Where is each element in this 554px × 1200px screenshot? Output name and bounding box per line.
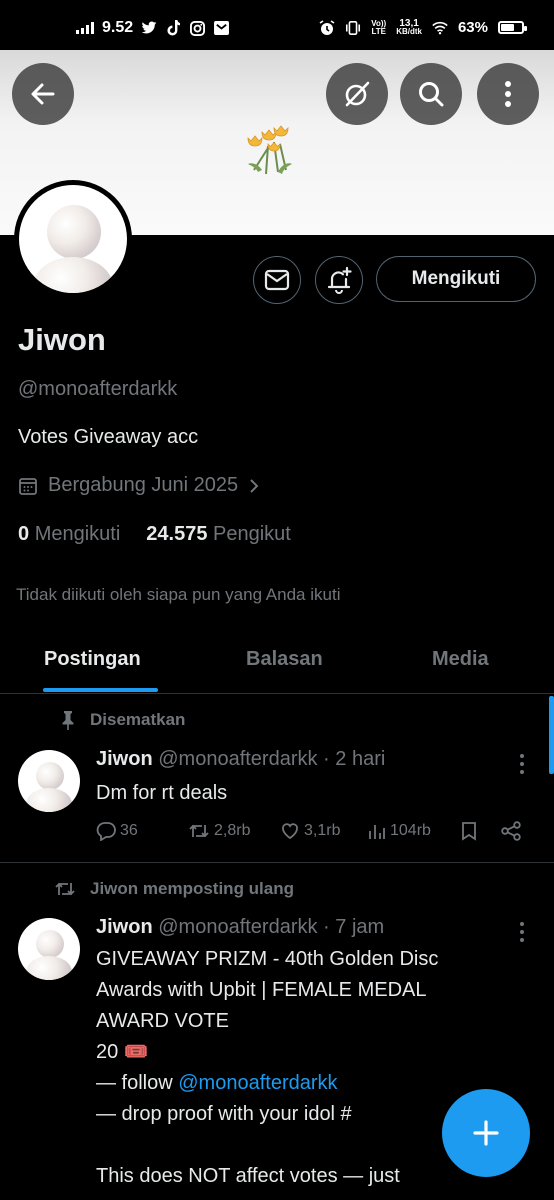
alarm-icon	[319, 19, 335, 36]
joined-date[interactable]: Bergabung Juni 2025	[18, 474, 260, 497]
grok-icon	[345, 81, 370, 107]
search-icon	[419, 82, 444, 107]
followers-stat[interactable]: 24.575 Pengikut	[146, 523, 291, 546]
status-bar: 9.52 Vo)) LTE 13,1 KB/dtk 63%	[0, 0, 554, 50]
post-more-button[interactable]	[520, 922, 524, 942]
pinned-post[interactable]: Disematkan Jiwon @monoafterdarkk · 2 har…	[0, 696, 554, 862]
following-button[interactable]: Mengikuti	[376, 256, 536, 302]
repost-icon	[189, 824, 209, 838]
pin-icon	[62, 711, 74, 730]
tab-balasan[interactable]: Balasan	[246, 648, 323, 671]
tab-media[interactable]: Media	[432, 648, 489, 671]
tulips-illustration	[247, 125, 292, 175]
post-header: Jiwon @monoafterdarkk · 7 jam	[96, 916, 384, 939]
more-options-button[interactable]	[477, 63, 539, 125]
network-speed: 13,1 KB/dtk	[396, 17, 422, 36]
repost-context: Jiwon memposting ulang	[54, 879, 294, 899]
status-time: 9.52	[102, 19, 134, 36]
like-button[interactable]: 3,1rb	[280, 821, 340, 841]
post-more-button[interactable]	[520, 754, 524, 774]
arrow-left-icon	[31, 83, 55, 105]
twitter-icon	[141, 20, 157, 36]
profile-avatar[interactable]	[14, 180, 132, 298]
search-button[interactable]	[400, 63, 462, 125]
battery-percent: 63%	[457, 19, 488, 36]
post-header: Jiwon @monoafterdarkk · 2 hari	[96, 748, 385, 771]
views-icon	[369, 825, 385, 839]
compose-button[interactable]	[442, 1089, 530, 1177]
message-button[interactable]	[253, 256, 301, 304]
profile-name: Jiwon	[18, 322, 106, 357]
views-button[interactable]: 104rb	[368, 821, 431, 841]
pinned-label: Disematkan	[60, 710, 185, 730]
profile-handle: @monoafterdarkk	[18, 378, 178, 400]
chevron-right-icon	[250, 478, 259, 493]
bookmark-button[interactable]	[460, 821, 478, 841]
more-vertical-icon	[505, 81, 511, 107]
not-followed-note: Tidak diikuti oleh siapa pun yang Anda i…	[16, 585, 341, 604]
repost-icon	[55, 882, 75, 896]
grok-button[interactable]	[326, 63, 388, 125]
profile-tabs: Postingan Balasan Media	[0, 630, 554, 694]
calendar-icon	[19, 477, 37, 495]
joined-label: Bergabung Juni 2025	[48, 474, 239, 496]
reply-button[interactable]: 36	[96, 821, 138, 841]
signal-icon	[76, 22, 94, 34]
post-author-name[interactable]: Jiwon	[96, 748, 153, 770]
follow-stats: 0 Mengikuti 24.575 Pengikut	[18, 523, 291, 546]
lte-indicator: Vo)) LTE	[371, 18, 387, 36]
reply-icon	[96, 822, 116, 841]
repost-button[interactable]: 2,8rb	[188, 821, 250, 841]
post-handle-time: @monoafterdarkk · 7 jam	[158, 916, 385, 938]
heart-icon	[282, 823, 298, 840]
bell-plus-icon	[327, 266, 352, 294]
back-button[interactable]	[12, 63, 74, 125]
notify-button[interactable]	[315, 256, 363, 304]
share-icon	[501, 821, 521, 841]
battery-icon	[498, 21, 527, 34]
wifi-icon	[432, 20, 448, 36]
active-tab-indicator	[43, 688, 158, 692]
envelope-icon	[264, 269, 290, 291]
plus-icon	[473, 1120, 499, 1146]
following-stat[interactable]: 0 Mengikuti	[18, 523, 120, 546]
post-actions: 36 2,8rb 3,1rb 104rb	[96, 821, 526, 843]
post-author-name[interactable]: Jiwon	[96, 916, 153, 938]
share-button[interactable]	[500, 821, 522, 841]
profile-bio: Votes Giveaway acc	[18, 426, 199, 448]
avatar[interactable]	[18, 750, 80, 812]
avatar[interactable]	[18, 918, 80, 980]
bookmark-icon	[462, 822, 476, 841]
instagram-icon	[189, 20, 205, 36]
post-handle-time: @monoafterdarkk · 2 hari	[158, 748, 386, 770]
tab-postingan[interactable]: Postingan	[44, 648, 141, 671]
tiktok-icon	[165, 20, 181, 36]
gmail-icon	[213, 20, 229, 36]
post-text: Dm for rt deals	[96, 782, 228, 804]
mention-link[interactable]: @monoafterdarkk	[178, 1072, 337, 1094]
vibrate-icon	[345, 20, 361, 36]
